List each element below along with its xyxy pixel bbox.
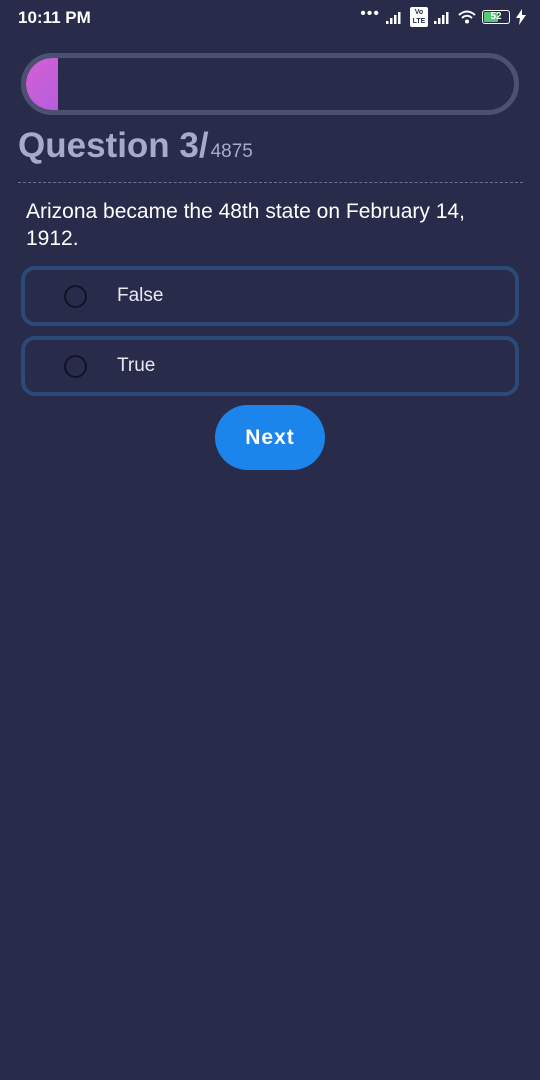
signal-strength-icon — [386, 12, 401, 24]
answer-option-false[interactable]: False — [21, 266, 519, 326]
battery-icon: 52 — [482, 10, 510, 24]
answer-option-label: False — [117, 285, 164, 306]
next-button[interactable]: Next — [215, 405, 325, 470]
more-notifications-icon: ••• — [360, 5, 380, 22]
question-total: 4875 — [210, 141, 253, 162]
question-counter: Question 3/ 4875 — [18, 126, 253, 166]
radio-button[interactable] — [64, 284, 87, 308]
status-icons: ••• Vo LTE 52 — [360, 6, 526, 28]
question-number: Question 3/ — [18, 126, 209, 165]
quiz-progress-fill — [26, 58, 58, 110]
signal-strength-2-icon — [434, 12, 449, 24]
radio-button[interactable] — [64, 354, 87, 378]
quiz-progress-bar — [21, 53, 519, 115]
volte-icon: Vo LTE — [410, 7, 428, 27]
wifi-icon — [458, 10, 476, 24]
divider — [18, 182, 523, 183]
status-time: 10:11 PM — [18, 8, 91, 27]
answer-option-label: True — [117, 355, 156, 376]
status-bar: 10:11 PM ••• Vo LTE 52 — [0, 0, 540, 36]
question-text: Arizona became the 48th state on Februar… — [26, 200, 465, 250]
battery-level: 52 — [490, 11, 502, 22]
answer-option-true[interactable]: True — [21, 336, 519, 396]
charging-bolt-icon — [516, 9, 526, 25]
quiz-screen: 10:11 PM ••• Vo LTE 52 Question 3/ 4875 … — [0, 0, 540, 1080]
